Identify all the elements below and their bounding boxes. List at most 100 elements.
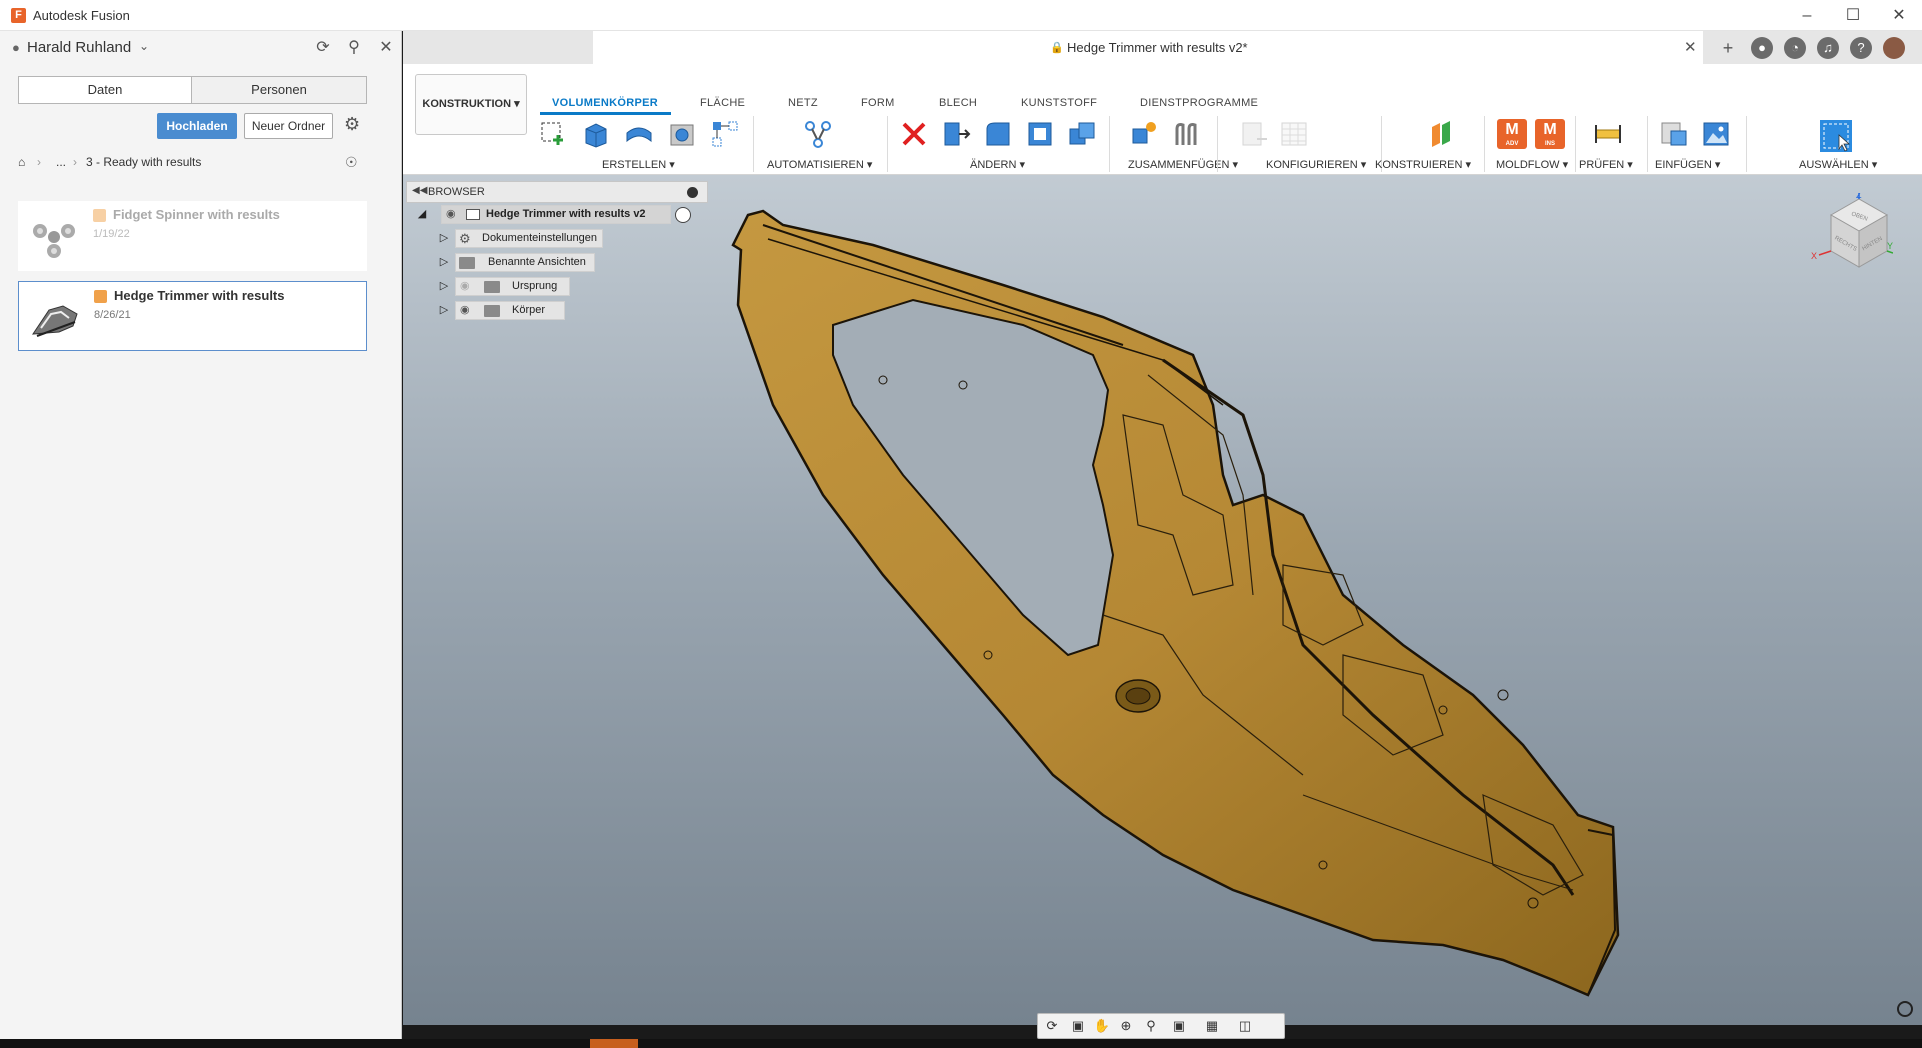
zoom-icon[interactable]: ⊕ — [1115, 1018, 1137, 1036]
tab-form[interactable]: FORM — [861, 97, 895, 109]
refresh-icon[interactable]: ⟳ — [312, 37, 334, 59]
eye-icon[interactable]: ◉ — [460, 302, 470, 319]
automate-icon[interactable] — [803, 119, 833, 149]
fillet-icon[interactable] — [983, 119, 1013, 149]
eye-icon[interactable]: ◉ — [446, 206, 456, 223]
expand-icon[interactable]: ▷ — [437, 231, 451, 245]
breadcrumb-ellipsis[interactable]: ... — [56, 155, 66, 169]
expand-icon[interactable]: ▷ — [437, 279, 451, 293]
group-auswaehlen[interactable]: AUSWÄHLEN ▾ — [1799, 158, 1877, 171]
browser-root-node[interactable]: ◉ Hedge Trimmer with results v2 — [441, 205, 671, 224]
activate-component-icon[interactable] — [675, 207, 691, 223]
search-icon[interactable]: ⚲ — [343, 37, 365, 59]
tab-blech[interactable]: BLECH — [939, 97, 977, 109]
breadcrumb-current-folder[interactable]: 3 - Ready with results — [86, 155, 201, 169]
group-pruefen[interactable]: PRÜFEN ▾ — [1579, 158, 1633, 171]
chevron-down-icon[interactable]: ⌄ — [139, 39, 149, 53]
collapse-root-icon[interactable]: ◢ — [415, 207, 429, 221]
group-aendern[interactable]: ÄNDERN ▾ — [970, 158, 1025, 171]
eye-hidden-icon[interactable]: ◉ — [460, 278, 470, 295]
new-tab-icon[interactable]: + — [1717, 37, 1739, 59]
job-status-icon[interactable]: ◔ — [1784, 37, 1806, 59]
press-pull-icon[interactable] — [941, 119, 971, 149]
gear-icon[interactable]: ⚙ — [344, 114, 360, 135]
new-component-icon[interactable] — [1129, 119, 1159, 149]
close-tab-icon[interactable]: ✕ — [1684, 38, 1697, 56]
globe-icon[interactable]: ☉ — [345, 154, 358, 171]
pattern-icon[interactable] — [710, 119, 740, 149]
extrude-icon[interactable] — [581, 119, 611, 149]
construct-plane-icon[interactable] — [1426, 119, 1456, 149]
collapse-browser-icon[interactable]: ◀◀ — [412, 185, 427, 196]
workspace-switcher[interactable]: KONSTRUKTION ▾ — [415, 74, 527, 135]
view-cube[interactable]: OBEN RECHTS HINTEN Z X Y — [1803, 193, 1893, 273]
grid-icon[interactable] — [283, 37, 305, 59]
configuration-table-icon[interactable] — [1279, 119, 1309, 149]
display-settings-icon[interactable]: ▣ — [1168, 1018, 1190, 1036]
file-card[interactable]: Fidget Spinner with results 1/19/22 — [18, 201, 367, 271]
delete-icon[interactable] — [899, 119, 929, 149]
browser-node-document-settings[interactable]: ⚙ Dokumenteinstellungen — [455, 229, 603, 248]
avatar[interactable] — [1883, 37, 1905, 59]
insert-canvas-icon[interactable] — [1701, 119, 1731, 149]
measure-icon[interactable] — [1593, 119, 1623, 149]
file-card-selected[interactable]: Hedge Trimmer with results 8/26/21 — [18, 281, 367, 351]
viewports-icon[interactable]: ◫ — [1234, 1018, 1256, 1036]
group-label: ÄNDERN — [970, 159, 1017, 171]
browser-node-named-views[interactable]: Benannte Ansichten — [455, 253, 595, 272]
canvas-viewport[interactable]: ◀◀ BROWSER ◢ ◉ Hedge Trimmer with result… — [403, 175, 1922, 1025]
group-label: AUTOMATISIEREN — [767, 159, 864, 171]
tab-dienstprogramme[interactable]: DIENSTPROGRAMME — [1140, 97, 1258, 109]
grid-settings-icon[interactable]: ▦ — [1201, 1018, 1223, 1036]
group-zusammenfuegen[interactable]: ZUSAMMENFÜGEN ▾ — [1128, 158, 1238, 171]
close-window-button[interactable]: ✕ — [1876, 0, 1922, 31]
tab-netz[interactable]: NETZ — [788, 97, 818, 109]
create-sketch-icon[interactable] — [538, 119, 568, 149]
group-moldflow[interactable]: MOLDFLOW ▾ — [1496, 158, 1568, 171]
extensions-icon[interactable]: ● — [1751, 37, 1773, 59]
tab-kunststoff[interactable]: KUNSTSTOFF — [1021, 97, 1097, 109]
document-tab[interactable]: 🔒 Hedge Trimmer with results v2* ✕ — [593, 31, 1703, 64]
group-automatisieren[interactable]: AUTOMATISIEREN ▾ — [767, 158, 872, 171]
home-icon[interactable]: ⌂ — [18, 155, 25, 169]
group-konstruieren[interactable]: KONSTRUIEREN ▾ — [1375, 158, 1471, 171]
taskbar-active-app[interactable] — [590, 1039, 638, 1048]
insert-derive-icon[interactable] — [1659, 119, 1689, 149]
tab-volumenkoerper[interactable]: VOLUMENKÖRPER — [552, 97, 658, 109]
group-erstellen[interactable]: ERSTELLEN ▾ — [602, 158, 675, 171]
tab-flaeche[interactable]: FLÄCHE — [700, 97, 745, 109]
combine-icon[interactable] — [1067, 119, 1097, 149]
fit-icon[interactable]: ⚲ — [1140, 1018, 1162, 1036]
new-folder-button[interactable]: Neuer Ordner — [244, 113, 333, 139]
configure-icon[interactable] — [1239, 119, 1269, 149]
pan-icon[interactable]: ✋ — [1091, 1018, 1113, 1036]
close-icon[interactable]: ✕ — [375, 37, 397, 59]
expand-icon[interactable]: ▷ — [437, 303, 451, 317]
shell-icon[interactable] — [1025, 119, 1055, 149]
view-settings-icon[interactable] — [1897, 1001, 1913, 1017]
tab-daten[interactable]: Daten — [19, 77, 192, 103]
browser-node-bodies[interactable]: ◉ Körper — [455, 301, 565, 320]
hole-icon[interactable] — [667, 119, 697, 149]
moldflow-adviser-icon[interactable]: M ADV — [1497, 119, 1527, 149]
tab-personen[interactable]: Personen — [192, 77, 366, 103]
minimize-button[interactable]: – — [1784, 0, 1830, 31]
select-icon[interactable] — [1819, 119, 1853, 153]
browser-node-origin[interactable]: ◉ Ursprung — [455, 277, 570, 296]
maximize-button[interactable]: ☐ — [1830, 0, 1876, 31]
upload-button[interactable]: Hochladen — [157, 113, 237, 139]
joint-icon[interactable] — [1171, 119, 1201, 149]
look-at-icon[interactable]: ▣ — [1067, 1018, 1089, 1036]
hedge-trimmer-model[interactable] — [403, 175, 1922, 1025]
group-einfuegen[interactable]: EINFÜGEN ▾ — [1655, 158, 1720, 171]
orbit-icon[interactable]: ⟳ — [1041, 1018, 1063, 1036]
help-icon[interactable]: ? — [1850, 37, 1872, 59]
user-name-dropdown[interactable]: Harald Ruhland — [27, 39, 131, 56]
browser-minimize-icon[interactable] — [687, 187, 698, 198]
browser-panel-header[interactable]: ◀◀ BROWSER — [406, 181, 708, 203]
notifications-icon[interactable]: ♫ — [1817, 37, 1839, 59]
expand-icon[interactable]: ▷ — [437, 255, 451, 269]
group-konfigurieren[interactable]: KONFIGURIEREN ▾ — [1266, 158, 1366, 171]
revolve-icon[interactable] — [624, 119, 654, 149]
moldflow-insight-icon[interactable]: M INS — [1535, 119, 1565, 149]
